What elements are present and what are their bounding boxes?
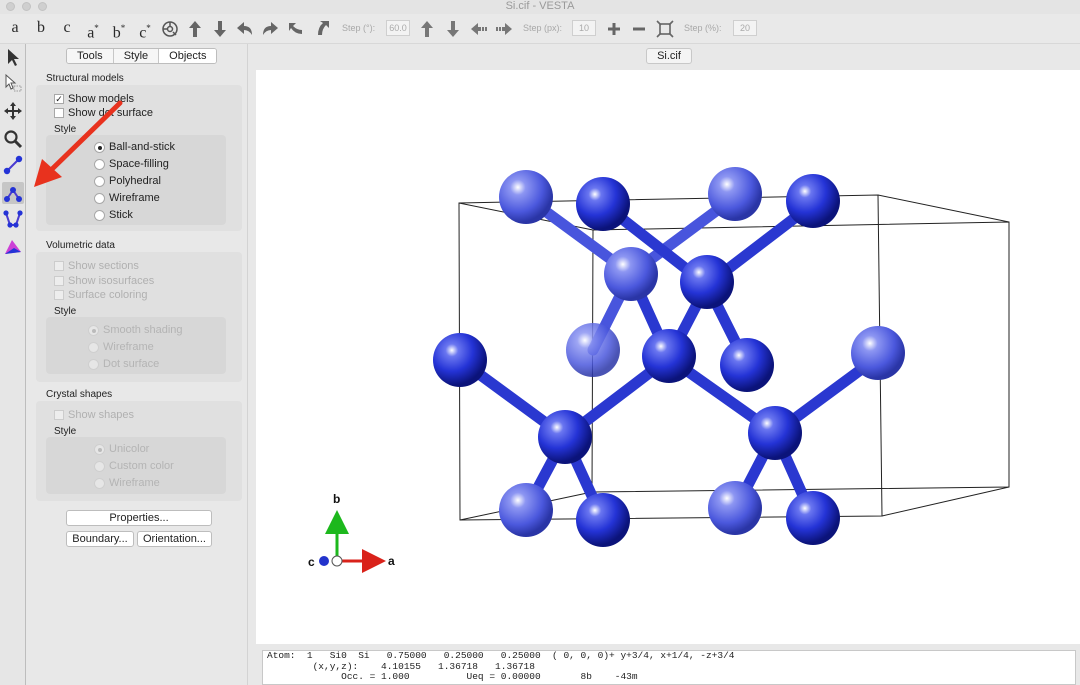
si-atom [748,406,802,460]
translate-up-icon[interactable] [417,19,437,39]
atoms [433,167,905,547]
title-bar: Si.cif - VESTA [0,0,1080,14]
properties-button[interactable]: Properties... [66,510,212,526]
axis-a-label: a [388,554,395,568]
show-shapes-checkbox[interactable]: Show shapes [54,409,134,421]
radio-unicolor[interactable]: Unicolor [94,443,149,455]
radio-smooth-shading[interactable]: Smooth shading [88,324,183,336]
zoom-in-icon[interactable] [604,19,624,39]
radio-dot-surface[interactable]: Dot surface [88,358,159,370]
volumetric-data-title: Volumetric data [46,240,115,251]
tab-style[interactable]: Style [113,49,160,63]
view-along-a-button[interactable]: a [4,14,26,42]
boundary-button[interactable]: Boundary... [66,531,134,547]
translate-left-icon[interactable] [469,19,489,39]
view-along-c-button[interactable]: c [56,14,78,42]
si-atom [720,338,774,392]
si-atom [786,174,840,228]
translate-right-icon[interactable] [494,19,514,39]
si-atom [708,481,762,535]
si-atom [708,167,762,221]
select-objects-icon[interactable] [2,72,24,94]
volumetric-style-label: Style [54,306,77,317]
si-atom [576,493,630,547]
step-pixel-input[interactable]: 10 [572,20,596,36]
standard-orientation-icon[interactable] [160,19,180,39]
step-degree-label: Step (°): [342,23,376,33]
translate-down-icon[interactable] [443,19,463,39]
console-line: Atom: 1 Si0 Si 0.75000 0.25000 0.25000 (… [267,650,735,661]
structural-models-title: Structural models [46,73,124,84]
radio-crystal-wireframe[interactable]: Wireframe [94,477,160,489]
radio-vol-wireframe[interactable]: Wireframe [88,341,154,353]
crystal-style-label: Style [54,426,77,437]
si-atom [538,410,592,464]
rotate-left-icon[interactable] [235,19,255,39]
select-arrow-icon[interactable] [2,46,24,68]
si-atom [499,483,553,537]
window-title: Si.cif - VESTA [505,0,575,12]
radio-custom-color[interactable]: Custom color [94,460,174,472]
axis-c-label: c [308,555,315,569]
step-degree-input[interactable]: 60.0 [386,20,410,36]
si-atom [433,333,487,387]
axis-b-label: b [333,492,340,506]
si-atom [499,170,553,224]
tab-tools[interactable]: Tools [67,49,114,63]
output-console: Atom: 1 Si0 Si 0.75000 0.25000 0.25000 (… [262,650,1076,685]
view-along-a-star-button[interactable]: a* [82,14,104,42]
show-isosurfaces-checkbox[interactable]: Show isosurfaces [54,275,154,287]
zoom-out-icon[interactable] [629,19,649,39]
view-along-b-button[interactable]: b [30,14,52,42]
dihedral-tool-icon[interactable] [2,208,24,230]
crystal-shapes-title: Crystal shapes [46,389,113,400]
si-atom [680,255,734,309]
view-along-c-star-button[interactable]: c* [134,14,156,42]
si-atom [604,247,658,301]
rotate-down-icon[interactable] [210,19,230,39]
step-percent-input[interactable]: 20 [733,20,757,36]
si-atom [566,323,620,377]
surface-coloring-checkbox[interactable]: Surface coloring [54,289,148,301]
si-atom [851,326,905,380]
si-atom [576,177,630,231]
si-atom [786,491,840,545]
crystal-structure-canvas[interactable]: b a c [256,70,1080,644]
toolbar: a b c a* b* c* Step (°): 60.0 Step (px):… [0,14,1080,44]
radio-stick[interactable]: Stick [94,209,133,221]
step-percent-label: Step (%): [684,23,722,33]
show-sections-checkbox[interactable]: Show sections [54,260,139,272]
console-line: Occ. = 1.000 Ueq = 0.00000 8b -43m [267,671,638,682]
axes-indicator: b a c [308,492,395,573]
rotate-cw-icon[interactable] [312,19,332,39]
fit-to-screen-icon[interactable] [655,19,675,39]
orientation-button[interactable]: Orientation... [137,531,212,547]
annotation-arrow [34,100,123,187]
rotate-ccw-icon[interactable] [286,19,306,39]
si-atom [642,329,696,383]
step-pixel-label: Step (px): [523,23,563,33]
panel-tabs: Tools Style Objects [66,48,218,64]
rotate-right-icon[interactable] [260,19,280,39]
lattice-plane-icon[interactable] [2,236,24,258]
structure-viewport[interactable]: b a c [256,70,1080,644]
rotate-up-icon[interactable] [185,19,205,39]
vesta-window: Si.cif - VESTA a b c a* b* c* Step (°): … [0,0,1080,685]
document-tab[interactable]: Si.cif [646,48,692,64]
tab-objects[interactable]: Objects [159,49,217,63]
view-along-b-star-button[interactable]: b* [108,14,130,42]
